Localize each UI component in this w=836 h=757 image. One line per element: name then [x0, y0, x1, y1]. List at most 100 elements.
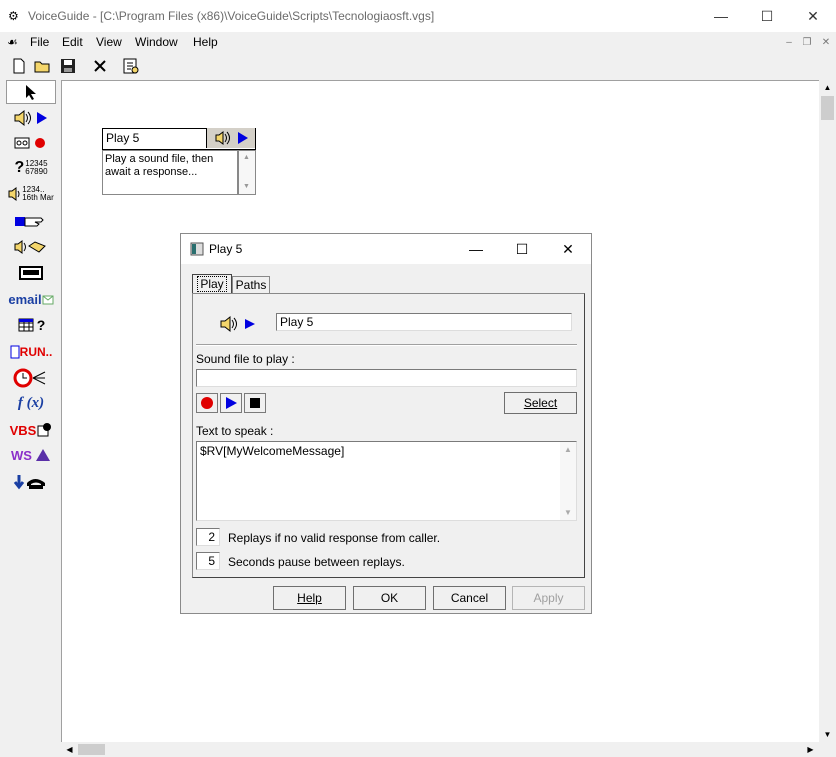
record-module-tool[interactable] — [6, 131, 56, 155]
speaker-phone-icon — [14, 240, 46, 254]
help-button[interactable]: Help — [273, 586, 346, 610]
scroll-up-icon: ▲ — [243, 154, 250, 161]
speaker-play-icon — [13, 109, 49, 127]
select-file-button[interactable]: Select — [504, 392, 577, 414]
textarea-scrollbar[interactable]: ▲ ▼ — [560, 442, 576, 520]
get-numbers-tool[interactable]: ? 12345 67890 — [6, 156, 56, 180]
tape-record-icon — [14, 137, 45, 149]
menu-help[interactable]: Help — [193, 35, 218, 49]
horizontal-scroll-thumb[interactable] — [78, 744, 105, 755]
ok-button[interactable]: OK — [353, 586, 426, 610]
run-program-tool[interactable]: RUN.. — [6, 340, 56, 364]
mdi-minimize-button[interactable]: – — [781, 36, 797, 49]
dialog-minimize-button[interactable]: — — [453, 234, 499, 264]
arrow-phone-icon — [13, 475, 45, 490]
node-scrollbar[interactable]: ▲ ▼ — [238, 150, 256, 195]
ws-label: WS — [11, 447, 32, 463]
question-mark-icon: ? — [14, 159, 25, 176]
record-button[interactable] — [196, 393, 218, 413]
transfer-call-tool[interactable] — [6, 209, 56, 233]
pager-tool[interactable] — [6, 261, 56, 285]
scroll-right-icon[interactable]: ▶ — [802, 742, 819, 757]
script-properties-icon[interactable] — [121, 56, 141, 76]
dialog-title-bar: Play 5 — ☐ ✕ — [181, 234, 591, 264]
stop-button[interactable] — [244, 393, 266, 413]
window-title: VoiceGuide - [C:\Program Files (x86)\Voi… — [28, 9, 435, 23]
dialog-maximize-button[interactable]: ☐ — [499, 234, 545, 264]
hangup-tool[interactable] — [6, 470, 56, 494]
separator — [196, 344, 577, 346]
dialog-window-icon — [190, 242, 204, 256]
module-name-field[interactable]: Play 5 — [276, 313, 572, 331]
play-module-tool[interactable] — [6, 106, 56, 130]
menu-edit[interactable]: Edit — [62, 35, 83, 49]
play-icon — [226, 397, 237, 409]
date-label: 1234.. 16th Mar — [22, 185, 54, 202]
pager-icon — [19, 266, 43, 280]
replays-input[interactable]: 2 — [196, 528, 220, 546]
node-play-icon — [206, 128, 255, 148]
app-icon: ⚙ — [8, 9, 19, 23]
dialog-close-button[interactable]: ✕ — [545, 234, 591, 264]
voicemail-tool[interactable] — [6, 235, 56, 259]
play-button[interactable] — [220, 393, 242, 413]
email-tool[interactable]: email — [6, 287, 56, 311]
menu-view[interactable]: View — [96, 35, 122, 49]
replays-label: Replays if no valid response from caller… — [228, 531, 441, 545]
window-icon — [10, 345, 20, 359]
minimize-button[interactable]: — — [698, 0, 744, 32]
time-switch-tool[interactable] — [6, 366, 56, 390]
scroll-left-icon[interactable]: ◀ — [61, 742, 78, 757]
email-label: email — [8, 291, 42, 307]
horizontal-scrollbar[interactable]: ◀ ▶ — [61, 742, 819, 757]
web-service-tool[interactable]: WS — [6, 443, 56, 467]
menu-window[interactable]: Window — [135, 35, 178, 49]
text-to-speak-textarea[interactable]: $RV[MyWelcomeMessage] ▲ ▼ — [196, 441, 577, 521]
cursor-arrow-icon — [26, 85, 36, 100]
play-module-node[interactable]: Play 5 Play a sound file, then await a r… — [102, 128, 256, 195]
save-icon[interactable] — [58, 56, 78, 76]
new-file-icon[interactable] — [9, 56, 29, 76]
mdi-restore-button[interactable]: ❐ — [799, 36, 815, 49]
tab-paths[interactable]: Paths — [232, 276, 270, 293]
apply-button[interactable]: Apply — [512, 586, 585, 610]
pause-label: Seconds pause between replays. — [228, 555, 405, 569]
scroll-up-icon[interactable]: ▲ — [819, 80, 836, 95]
dialog-title: Play 5 — [209, 242, 243, 256]
node-description: Play a sound file, then await a response… — [102, 150, 238, 195]
numbers-label: 12345 67890 — [25, 159, 48, 176]
open-folder-icon[interactable] — [33, 56, 53, 76]
sound-file-label: Sound file to play : — [196, 352, 295, 366]
transfer-hand-icon — [15, 217, 44, 227]
scroll-down-arrow-icon: ▼ — [564, 508, 572, 517]
text-to-speak-label: Text to speak : — [196, 424, 274, 438]
cancel-button[interactable]: Cancel — [433, 586, 506, 610]
sound-file-input[interactable] — [196, 369, 577, 387]
menu-file[interactable]: File — [30, 35, 49, 49]
vbs-label: VBS — [9, 422, 37, 438]
database-query-tool[interactable]: ? — [6, 313, 56, 337]
question-icon: ? — [36, 317, 46, 333]
pointer-tool[interactable] — [6, 80, 56, 104]
scrollbar-corner — [819, 742, 836, 757]
pause-input[interactable]: 5 — [196, 552, 220, 570]
tab-play[interactable]: Play — [192, 274, 232, 293]
vertical-scrollbar[interactable]: ▲ ▼ — [819, 80, 836, 742]
run-vbscript-tool[interactable]: VBS — [6, 418, 56, 442]
scroll-down-icon: ▼ — [243, 183, 250, 190]
triangle-icon — [35, 449, 50, 461]
stop-icon — [250, 398, 260, 408]
scroll-down-icon[interactable]: ▼ — [819, 727, 836, 742]
close-button[interactable]: ✕ — [790, 0, 836, 32]
node-title: Play 5 — [106, 131, 140, 145]
play-module-icon — [219, 315, 261, 336]
fx-label: f (x) — [17, 394, 45, 411]
maximize-button[interactable]: ☐ — [744, 0, 790, 32]
table-grid-icon — [18, 318, 34, 332]
vertical-scroll-thumb[interactable] — [821, 96, 834, 120]
document-icon: ☙ — [7, 35, 18, 49]
evaluate-expression-tool[interactable]: f (x) — [6, 391, 56, 415]
say-number-tool[interactable]: 1234.. 16th Mar — [6, 182, 56, 206]
delete-icon[interactable] — [90, 56, 110, 76]
mdi-close-button[interactable]: ✕ — [818, 36, 834, 49]
